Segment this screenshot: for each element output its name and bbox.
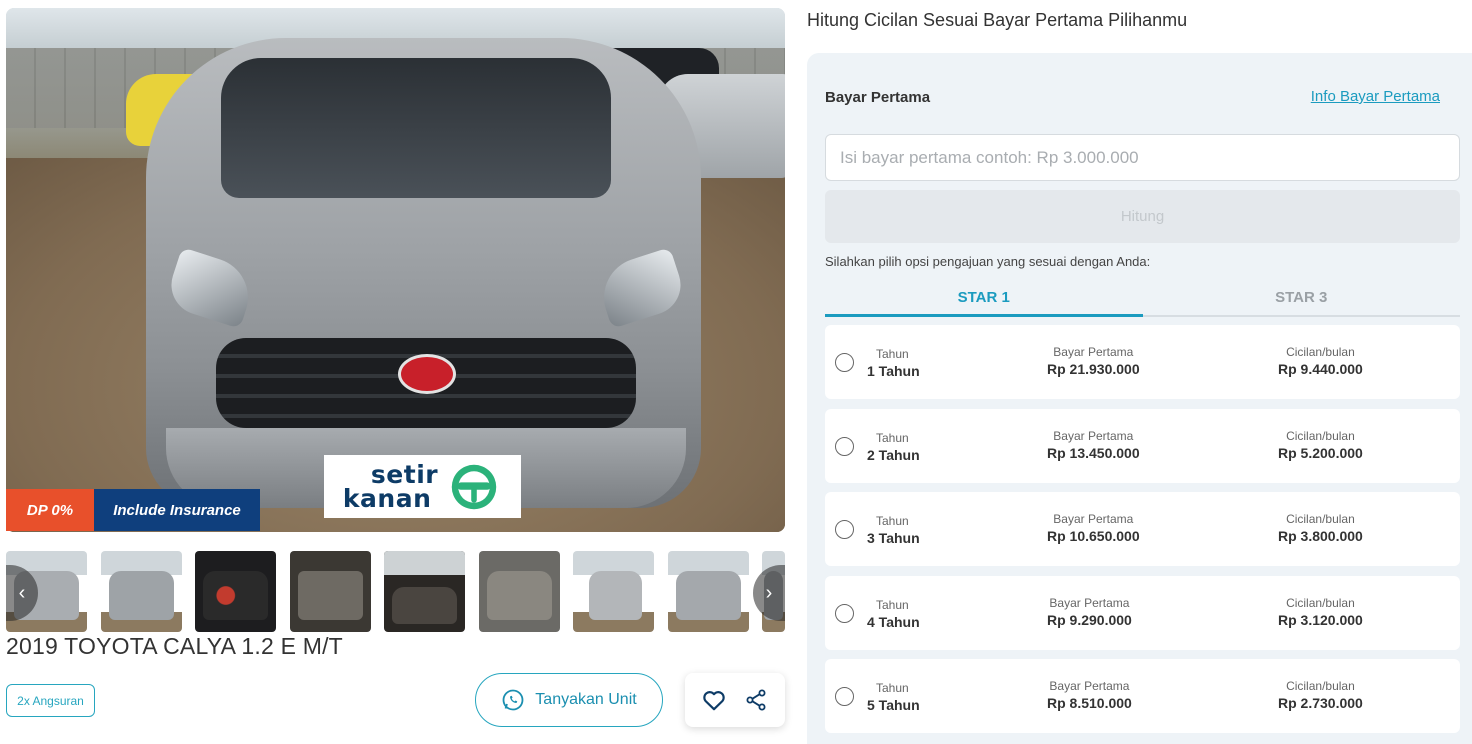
cicilan-value: Rp 3.800.000 <box>1278 528 1363 544</box>
option-radio[interactable] <box>835 353 854 372</box>
bayar-pertama-label: Bayar Pertama <box>825 89 931 106</box>
ask-unit-button[interactable]: Tanyakan Unit <box>475 673 663 727</box>
thumbnail-6[interactable] <box>479 551 560 632</box>
photo-windshield <box>221 58 611 198</box>
tenor-label: Tahun <box>876 681 909 695</box>
thumbnail-4[interactable] <box>290 551 371 632</box>
plan-tabs: STAR 1 STAR 3 <box>825 280 1460 317</box>
insurance-badge: Include Insurance <box>94 489 260 531</box>
bayar-pertama-input[interactable] <box>825 134 1460 181</box>
thumbnail-2[interactable] <box>101 551 182 632</box>
option-row-3[interactable]: Tahun 3 Tahun Bayar Pertama Rp 10.650.000 … <box>825 492 1460 566</box>
tenor-label: Tahun <box>876 430 909 445</box>
option-helper-text: Silahkan pilih opsi pengajuan yang sesua… <box>825 254 1151 269</box>
bayar-pertama-value: Rp 21.930.000 <box>1047 361 1140 377</box>
watermark-line2: kanan <box>342 483 432 513</box>
setir-kanan-watermark: setir kanan <box>324 455 521 518</box>
option-radio[interactable] <box>835 603 854 623</box>
watermark-text: setir kanan <box>342 459 439 513</box>
whatsapp-icon <box>502 689 524 711</box>
tenor-value: 1 Tahun <box>867 363 920 379</box>
cicilan-col-label: Cicilan/bulan <box>1286 595 1355 610</box>
dp-badge: DP 0% <box>6 489 94 531</box>
option-row-5[interactable]: Tahun 5 Tahun Bayar Pertama Rp 8.510.000 C… <box>825 659 1460 733</box>
chevron-right-icon: › <box>765 581 773 604</box>
share-icon <box>746 689 766 711</box>
tenor-label: Tahun <box>876 347 909 361</box>
ask-unit-label: Tanyakan Unit <box>535 691 637 708</box>
thumbnail-7[interactable] <box>573 551 654 632</box>
tenor-label: Tahun <box>876 514 909 528</box>
favorite-button[interactable] <box>700 686 728 714</box>
option-radio[interactable] <box>835 687 854 706</box>
thumbnail-3[interactable] <box>195 551 276 632</box>
info-bayar-pertama-link[interactable]: Info Bayar Pertama <box>1311 88 1440 105</box>
tab-star-1[interactable]: STAR 1 <box>825 280 1143 317</box>
cicilan-value: Rp 2.730.000 <box>1278 695 1363 711</box>
cicilan-col-label: Cicilan/bulan <box>1286 512 1355 526</box>
bayar-pertama-col-label: Bayar Pertama <box>1049 595 1130 610</box>
bayar-pertama-value: Rp 10.650.000 <box>1047 528 1140 544</box>
angsuran-chip: 2x Angsuran <box>6 684 95 717</box>
cicilan-col-label: Cicilan/bulan <box>1286 679 1355 693</box>
bayar-pertama-value: Rp 13.450.000 <box>1047 444 1140 461</box>
bayar-pertama-col-label: Bayar Pertama <box>1049 679 1130 693</box>
car-title: 2019 TOYOTA CALYA 1.2 E M/T <box>6 633 343 659</box>
tenor-value: 3 Tahun <box>867 530 920 546</box>
tenor-value: 4 Tahun <box>867 613 920 630</box>
cicilan-value: Rp 5.200.000 <box>1278 444 1363 461</box>
hitung-button[interactable]: Hitung <box>825 190 1460 243</box>
bayar-pertama-value: Rp 9.290.000 <box>1047 611 1132 628</box>
share-button[interactable] <box>742 686 770 714</box>
calculator-heading: Hitung Cicilan Sesuai Bayar Pertama Pili… <box>807 10 1188 30</box>
option-row-4[interactable]: Tahun 4 Tahun Bayar Pertama Rp 9.290.000 C… <box>825 575 1460 650</box>
tab-star-3[interactable]: STAR 3 <box>1142 280 1460 317</box>
thumbnail-5[interactable] <box>384 551 465 632</box>
bayar-pertama-value: Rp 8.510.000 <box>1047 695 1132 711</box>
tenor-label: Tahun <box>876 597 909 612</box>
heart-icon <box>703 691 725 711</box>
steering-wheel-icon <box>451 464 497 509</box>
option-radio[interactable] <box>835 436 854 456</box>
thumbnail-strip <box>6 551 785 632</box>
option-radio[interactable] <box>835 520 854 539</box>
cicilan-col-label: Cicilan/bulan <box>1286 428 1355 443</box>
tenor-value: 2 Tahun <box>867 446 920 463</box>
bayar-pertama-col-label: Bayar Pertama <box>1053 428 1134 443</box>
main-car-photo[interactable] <box>6 8 785 532</box>
cicilan-col-label: Cicilan/bulan <box>1286 345 1355 359</box>
chevron-left-icon: ‹ <box>18 581 26 604</box>
action-box <box>685 673 785 727</box>
option-row-1[interactable]: Tahun 1 Tahun Bayar Pertama Rp 21.930.000 … <box>825 325 1460 399</box>
watermark-line1: setir <box>370 459 439 489</box>
cicilan-value: Rp 3.120.000 <box>1278 611 1363 628</box>
bayar-pertama-col-label: Bayar Pertama <box>1053 512 1134 526</box>
photo-toyota-emblem <box>398 354 456 394</box>
cicilan-value: Rp 9.440.000 <box>1278 361 1363 377</box>
installment-options: Tahun 1 Tahun Bayar Pertama Rp 21.930.000 … <box>825 325 1460 743</box>
option-row-2[interactable]: Tahun 2 Tahun Bayar Pertama Rp 13.450.000 … <box>825 408 1460 483</box>
tenor-value: 5 Tahun <box>867 697 920 713</box>
thumbnail-8[interactable] <box>668 551 749 632</box>
bayar-pertama-col-label: Bayar Pertama <box>1053 345 1134 359</box>
